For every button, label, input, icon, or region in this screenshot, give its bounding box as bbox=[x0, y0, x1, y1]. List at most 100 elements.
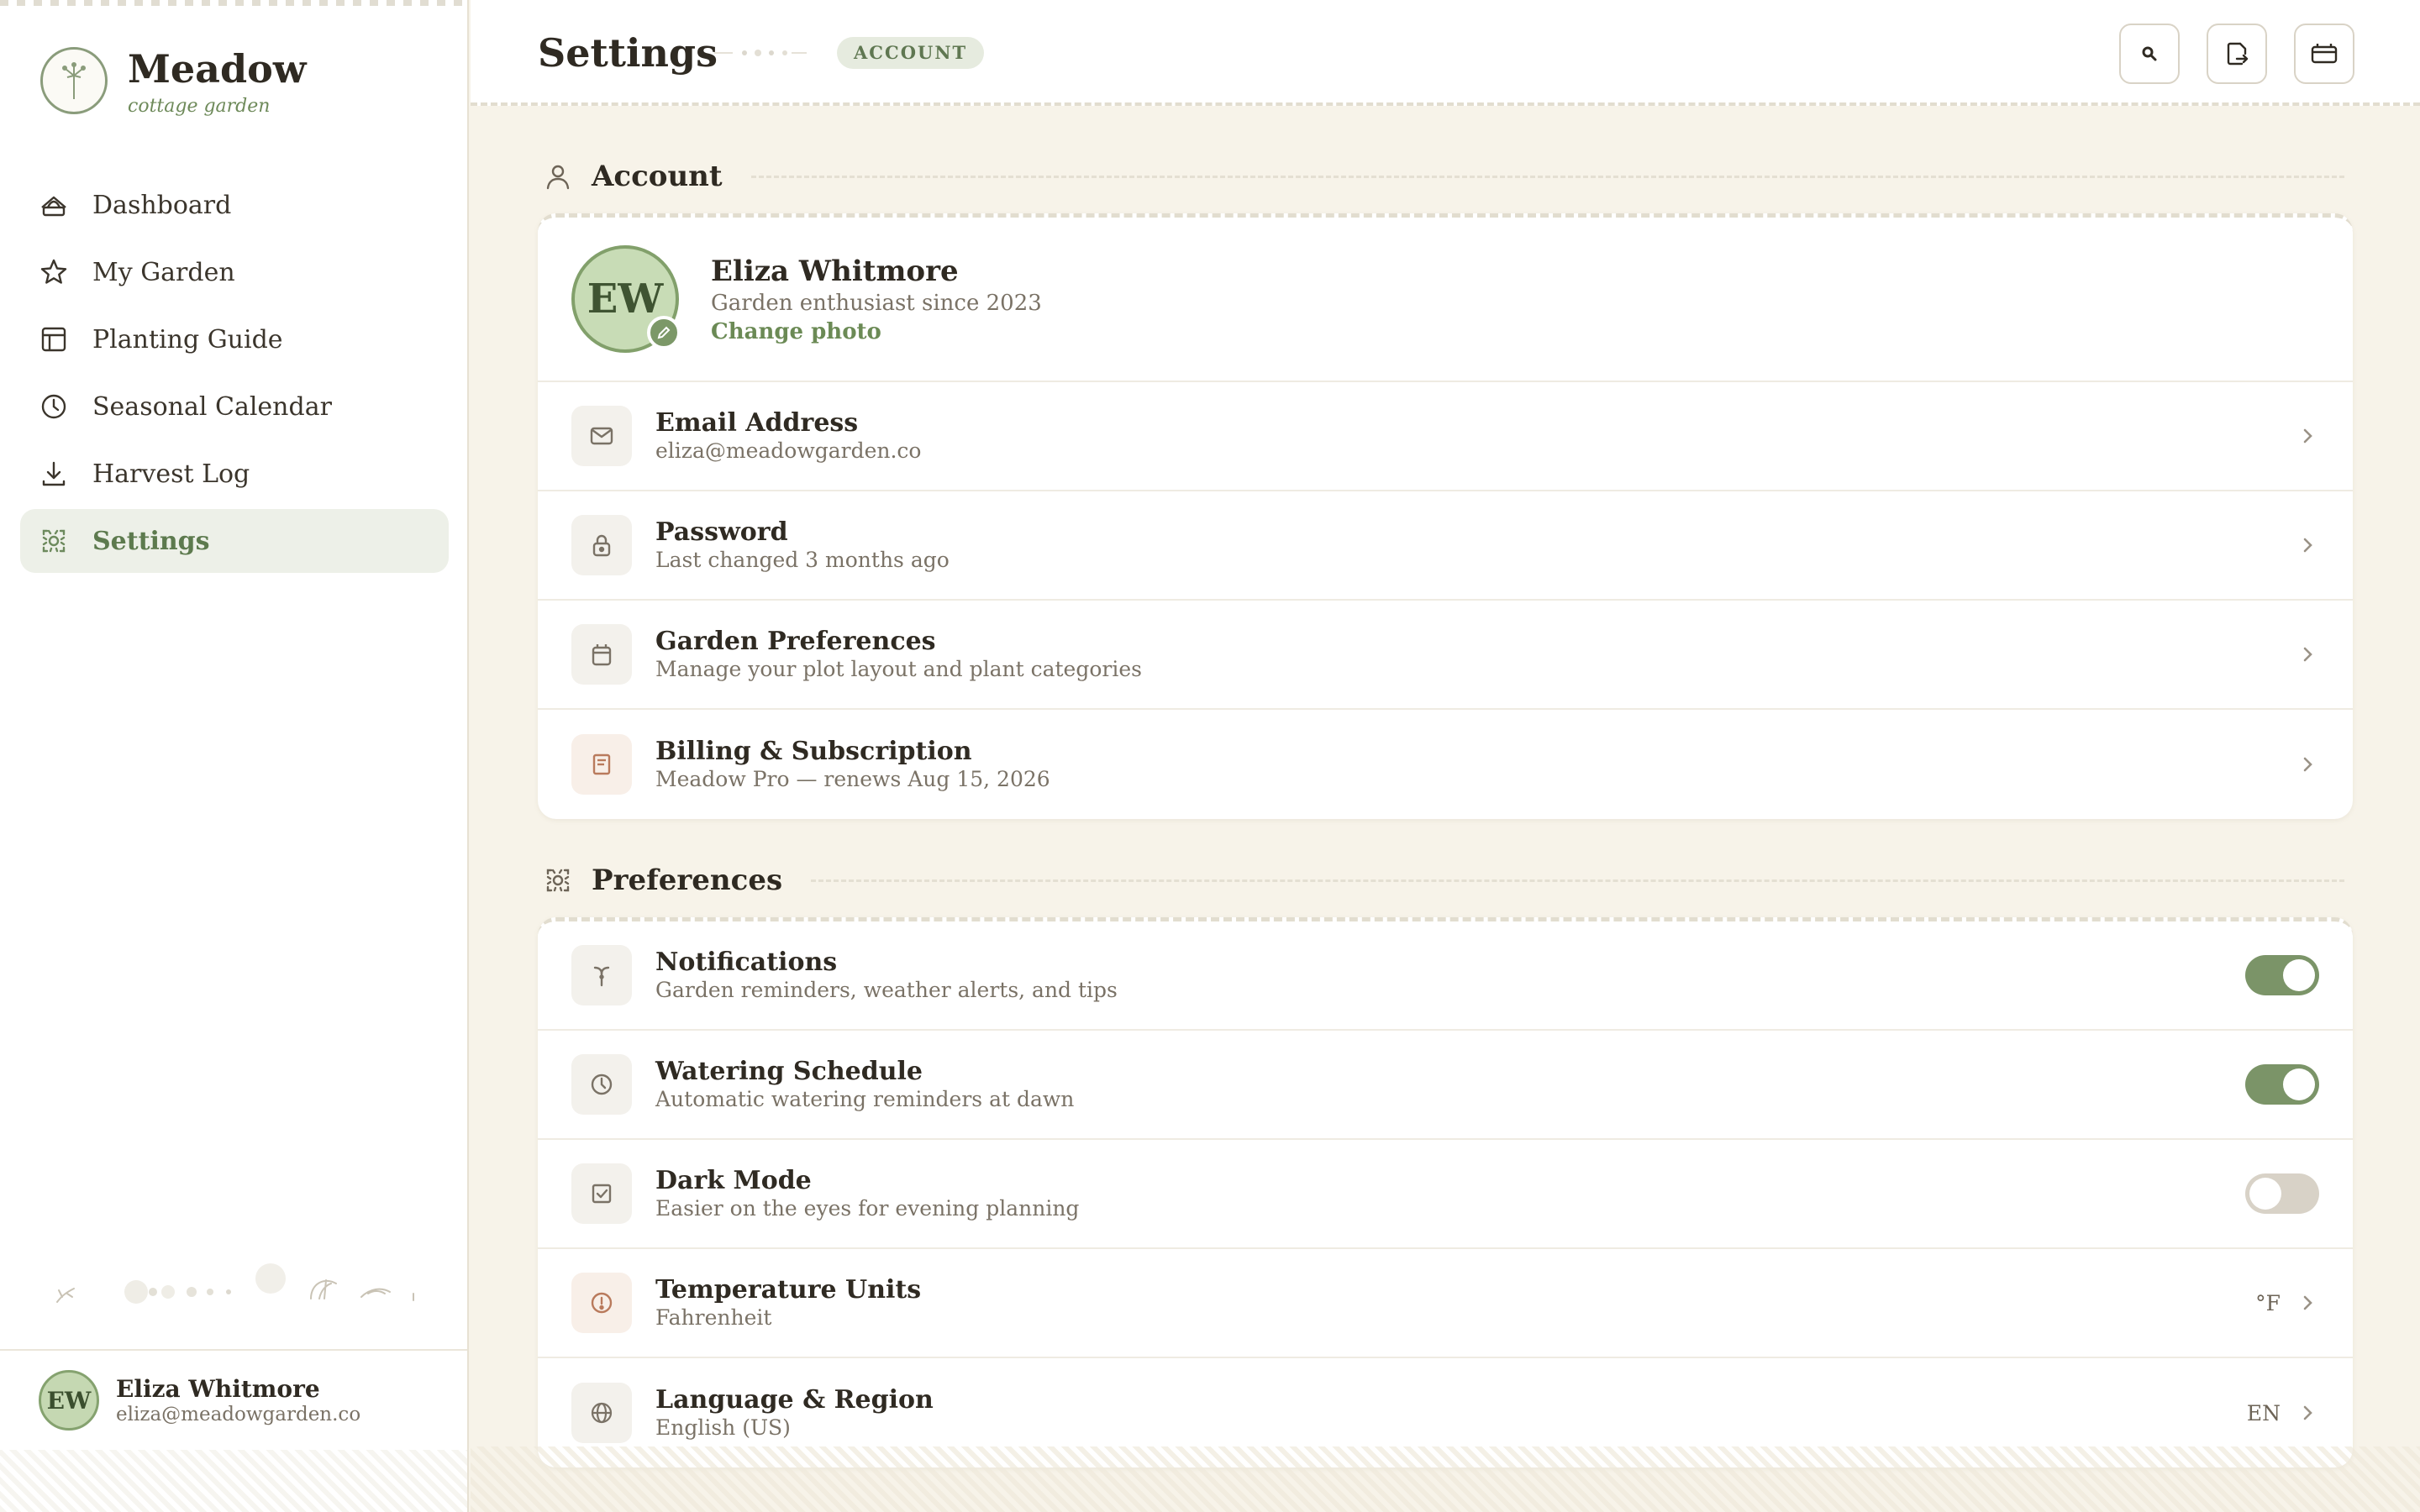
notifications-toggle[interactable] bbox=[2245, 955, 2319, 995]
settings-gear-icon bbox=[39, 526, 69, 556]
row-subtitle: Garden reminders, weather alerts, and ti… bbox=[655, 978, 1118, 1002]
user-icon bbox=[541, 160, 575, 193]
profile-name: Eliza Whitmore bbox=[711, 255, 959, 288]
brand-name: Meadow bbox=[128, 46, 307, 92]
row-subtitle: Manage your plot layout and plant catego… bbox=[655, 657, 1142, 681]
calendar-icon bbox=[571, 624, 632, 685]
sidebar-item-label: Settings bbox=[92, 526, 210, 556]
sidebar-item-seasonal-calendar[interactable]: Seasonal Calendar bbox=[20, 375, 449, 438]
checkbox-icon bbox=[571, 1163, 632, 1224]
row-subtitle: Fahrenheit bbox=[655, 1305, 772, 1330]
receipt-icon bbox=[571, 734, 632, 795]
globe-icon bbox=[571, 1383, 632, 1443]
settings-gear-icon bbox=[541, 864, 575, 897]
profile-avatar[interactable]: EW bbox=[571, 245, 681, 353]
page-title: Settings bbox=[538, 30, 718, 76]
profile-row: EW Eliza Whitmore Garden enthusiast sinc… bbox=[538, 218, 2353, 382]
row-subtitle: Automatic watering reminders at dawn bbox=[655, 1087, 1075, 1111]
download-icon bbox=[39, 459, 69, 489]
brand[interactable]: Meadow cottage garden bbox=[40, 47, 306, 117]
row-subtitle: English (US) bbox=[655, 1415, 791, 1440]
sidebar-item-planting-guide[interactable]: Planting Guide bbox=[20, 307, 449, 371]
row-subtitle: Easier on the eyes for evening planning bbox=[655, 1196, 1080, 1221]
storage-button[interactable] bbox=[2294, 24, 2354, 84]
section-title: Preferences bbox=[592, 864, 783, 897]
brand-tagline: cottage garden bbox=[128, 96, 271, 117]
export-button[interactable] bbox=[2207, 24, 2267, 84]
language-value: EN bbox=[2246, 1400, 2281, 1425]
profile-subtitle: Garden enthusiast since 2023 bbox=[711, 291, 1042, 316]
sidebar-user-card[interactable]: EW Eliza Whitmore eliza@meadowgarden.co bbox=[0, 1349, 467, 1450]
settings-row-billing[interactable]: Billing & Subscription Meadow Pro — rene… bbox=[538, 710, 2353, 819]
preferences-section-header: Preferences bbox=[541, 864, 2344, 897]
clock-icon bbox=[571, 1054, 632, 1115]
star-icon bbox=[39, 257, 69, 287]
sidebar-item-label: My Garden bbox=[92, 257, 235, 287]
lock-icon bbox=[571, 515, 632, 575]
sidebar-item-dashboard[interactable]: Dashboard bbox=[20, 173, 449, 237]
chevron-right-icon bbox=[2296, 533, 2319, 557]
settings-row-dark-mode: Dark Mode Easier on the eyes for evening… bbox=[538, 1140, 2353, 1249]
sidebar-item-settings[interactable]: Settings bbox=[20, 509, 449, 573]
chevron-right-icon bbox=[2296, 1291, 2319, 1315]
row-title: Watering Schedule bbox=[655, 1057, 923, 1086]
settings-row-watering-schedule: Watering Schedule Automatic watering rem… bbox=[538, 1031, 2353, 1140]
pencil-icon[interactable] bbox=[647, 316, 681, 349]
row-title: Password bbox=[655, 517, 788, 547]
settings-row-temperature-units[interactable]: Temperature Units Fahrenheit °F bbox=[538, 1249, 2353, 1358]
garden-bed-icon bbox=[39, 190, 69, 220]
garden-doodle-decoration bbox=[50, 1260, 420, 1319]
settings-row-email[interactable]: Email Address eliza@meadowgarden.co bbox=[538, 382, 2353, 491]
chevron-right-icon bbox=[2296, 424, 2319, 448]
divider bbox=[811, 879, 2344, 882]
row-title: Notifications bbox=[655, 948, 838, 977]
top-header: Settings ACCOUNT bbox=[471, 0, 2420, 106]
divider bbox=[750, 175, 2344, 178]
row-title: Dark Mode bbox=[655, 1166, 812, 1195]
chevron-right-icon bbox=[2296, 753, 2319, 776]
section-badge: ACCOUNT bbox=[837, 37, 985, 69]
chevron-right-icon bbox=[2296, 643, 2319, 666]
account-card: EW Eliza Whitmore Garden enthusiast sinc… bbox=[538, 213, 2353, 819]
row-title: Language & Region bbox=[655, 1385, 934, 1415]
account-section-header: Account bbox=[541, 160, 2344, 193]
change-photo-link[interactable]: Change photo bbox=[711, 319, 1042, 344]
watering-schedule-toggle[interactable] bbox=[2245, 1064, 2319, 1105]
sidebar-item-label: Harvest Log bbox=[92, 459, 250, 489]
document-export-icon bbox=[2223, 40, 2250, 67]
alert-circle-icon bbox=[571, 1273, 632, 1333]
sidebar-item-my-garden[interactable]: My Garden bbox=[20, 240, 449, 304]
title-dots-decoration bbox=[714, 49, 807, 57]
sidebar-item-label: Dashboard bbox=[92, 190, 232, 220]
settings-content: Account EW Eliza Whitmore Garden enthusi… bbox=[471, 109, 2420, 1512]
avatar-initials: EW bbox=[587, 276, 664, 323]
sidebar: Meadow cottage garden Dashboard My Garde… bbox=[0, 0, 469, 1512]
sidebar-item-label: Seasonal Calendar bbox=[92, 391, 332, 422]
row-subtitle: Last changed 3 months ago bbox=[655, 548, 950, 572]
mail-icon bbox=[571, 406, 632, 466]
row-title: Garden Preferences bbox=[655, 627, 936, 656]
row-title: Billing & Subscription bbox=[655, 737, 972, 766]
dark-mode-toggle[interactable] bbox=[2245, 1173, 2319, 1214]
section-title: Account bbox=[592, 160, 723, 193]
chevron-right-icon bbox=[2296, 1401, 2319, 1425]
clock-icon bbox=[39, 391, 69, 422]
row-subtitle: Meadow Pro — renews Aug 15, 2026 bbox=[655, 767, 1050, 791]
user-email: eliza@meadowgarden.co bbox=[116, 1404, 361, 1425]
layout-grid-icon bbox=[39, 324, 69, 354]
search-icon bbox=[2139, 44, 2160, 64]
sidebar-item-harvest-log[interactable]: Harvest Log bbox=[20, 442, 449, 506]
toggle-knob bbox=[2283, 1068, 2315, 1100]
settings-row-language-region[interactable]: Language & Region English (US) EN bbox=[538, 1358, 2353, 1467]
sidebar-item-label: Planting Guide bbox=[92, 324, 283, 354]
search-button[interactable] bbox=[2119, 24, 2180, 84]
row-title: Email Address bbox=[655, 408, 859, 438]
toggle-knob bbox=[2283, 959, 2315, 991]
sidebar-nav: Dashboard My Garden Planting Guide Seaso… bbox=[20, 173, 449, 576]
user-name: Eliza Whitmore bbox=[116, 1375, 320, 1403]
toggle-knob bbox=[2249, 1178, 2281, 1210]
row-title: Temperature Units bbox=[655, 1275, 922, 1305]
settings-row-garden-preferences[interactable]: Garden Preferences Manage your plot layo… bbox=[538, 601, 2353, 710]
settings-row-password[interactable]: Password Last changed 3 months ago bbox=[538, 491, 2353, 601]
dandelion-logo-icon bbox=[40, 47, 108, 114]
